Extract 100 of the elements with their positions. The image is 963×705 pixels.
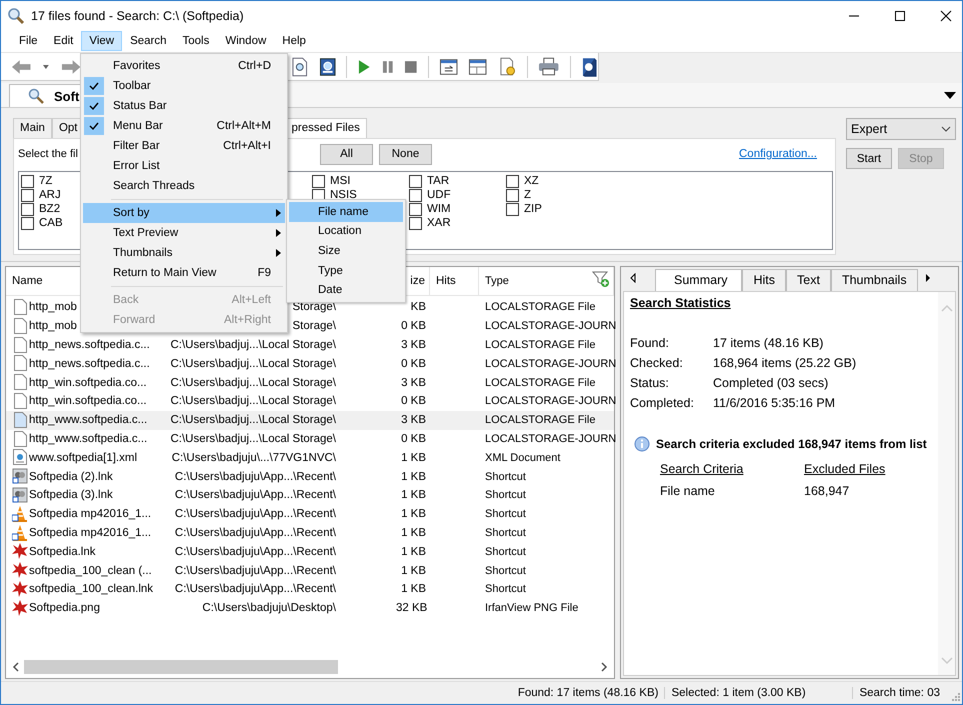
file-location: C:\Users\badjuj...\Local Storage\ bbox=[170, 432, 336, 445]
stat-value: Completed (03 secs) bbox=[713, 376, 830, 390]
menu-item[interactable]: Search Threads bbox=[83, 176, 285, 196]
criteria-header: Excluded Files bbox=[804, 462, 886, 476]
stat-label: Status: bbox=[630, 376, 670, 390]
file-size: 1 KB bbox=[401, 452, 426, 464]
column-header[interactable]: ize bbox=[410, 275, 425, 287]
criteria-header: Search Criteria bbox=[660, 462, 744, 476]
file-type: Shortcut bbox=[484, 489, 527, 502]
file-name: www.softpedia[1].xml bbox=[29, 452, 138, 464]
file-location: C:\Users\badjuju\App...\Recent\ bbox=[174, 583, 336, 596]
file-name: softpedia_100_clean.lnk bbox=[29, 583, 154, 596]
file-type: Shortcut bbox=[484, 470, 527, 483]
file-name: Softpedia.png bbox=[29, 602, 100, 614]
checkbox-label: XZ bbox=[524, 175, 539, 187]
menu-item[interactable]: Tools bbox=[174, 31, 218, 51]
menu-item[interactable]: Help bbox=[274, 31, 314, 51]
tab[interactable]: Text bbox=[786, 269, 831, 291]
file-size: 1 KB bbox=[401, 564, 426, 577]
file-name: http_win.softpedia.co... bbox=[29, 395, 147, 408]
tab[interactable]: Hits bbox=[742, 269, 786, 291]
menu-item[interactable]: Sort by bbox=[83, 203, 285, 223]
menu-item[interactable]: Date bbox=[289, 280, 403, 300]
file-size: 0 KB bbox=[401, 395, 426, 408]
file-location: Storage\ bbox=[292, 320, 336, 332]
tab[interactable]: Main bbox=[13, 118, 52, 138]
select-none-button[interactable]: None bbox=[379, 144, 432, 164]
file-size: 1 KB bbox=[401, 526, 426, 539]
checkbox-label: Z bbox=[524, 189, 532, 201]
file-size: 1 KB bbox=[401, 583, 426, 596]
file-type: Shortcut bbox=[484, 526, 527, 539]
file-name: http_win.softpedia.co... bbox=[29, 376, 147, 389]
menu-item[interactable]: Return to Main View F9 bbox=[83, 263, 285, 283]
menu-item[interactable]: Location bbox=[289, 222, 403, 242]
menu-item[interactable]: Search bbox=[122, 31, 175, 51]
checkbox-label: NSIS bbox=[330, 189, 357, 201]
file-size: 3 KB bbox=[401, 376, 426, 389]
criteria-cell: File name bbox=[660, 484, 715, 498]
configuration-link[interactable]: Configuration... bbox=[739, 148, 817, 160]
file-name: http_www.softpedia.c... bbox=[29, 414, 148, 426]
checkbox-label: ARJ bbox=[39, 189, 61, 201]
menu-item[interactable]: Edit bbox=[46, 31, 82, 51]
file-location: C:\Users\badjuju\App...\Recent\ bbox=[174, 508, 336, 520]
checkbox-label: TAR bbox=[427, 175, 450, 187]
menu-item[interactable]: File bbox=[11, 31, 46, 51]
file-location: C:\Users\badjuj...\Local Storage\ bbox=[170, 414, 336, 426]
file-type: IrfanView PNG File bbox=[484, 602, 580, 614]
file-name: Softpedia.lnk bbox=[29, 546, 96, 558]
file-size: 1 KB bbox=[401, 546, 426, 558]
stat-label: Found: bbox=[630, 336, 670, 350]
mode-dropdown[interactable]: Expert bbox=[846, 118, 956, 140]
checkbox-label: ZIP bbox=[524, 203, 542, 215]
checkbox-label: CAB bbox=[39, 217, 63, 229]
file-type: XML Document bbox=[484, 452, 562, 464]
file-location: C:\Users\badjuju\App...\Recent\ bbox=[174, 526, 336, 539]
stat-label: Completed: bbox=[630, 396, 695, 410]
file-size: 1 KB bbox=[401, 508, 426, 520]
file-type: Shortcut bbox=[484, 546, 527, 558]
file-location: C:\Users\badjuju\App...\Recent\ bbox=[174, 470, 336, 483]
file-location: C:\Users\badjuj...\Local Storage\ bbox=[170, 358, 336, 370]
file-location: C:\Users\badjuju\Desktop\ bbox=[202, 602, 336, 614]
menu-item[interactable]: File name bbox=[289, 202, 403, 222]
menu-item[interactable]: Type bbox=[289, 260, 403, 280]
file-type: LOCALSTORAGE-JOURN bbox=[484, 395, 616, 408]
checkbox-label: XAR bbox=[427, 217, 451, 229]
criteria-cell: 168,947 bbox=[804, 484, 850, 498]
file-name: Softpedia mp42016_1... bbox=[29, 526, 152, 539]
file-type: Shortcut bbox=[484, 583, 527, 596]
status-text: Selected: 1 item (3.00 KB) bbox=[664, 687, 852, 699]
file-size: 0 KB bbox=[401, 320, 426, 332]
menu-item[interactable]: View bbox=[81, 31, 122, 51]
column-header[interactable]: Hits bbox=[430, 267, 479, 295]
file-name: http_mob bbox=[29, 301, 77, 314]
menu-item[interactable]: Error List bbox=[83, 156, 285, 176]
stat-value: 168,964 items (25.22 GB) bbox=[713, 356, 858, 370]
file-size: 0 KB bbox=[401, 432, 426, 445]
menu-item[interactable]: Size bbox=[289, 241, 403, 261]
start-button[interactable]: Start bbox=[846, 148, 892, 169]
stat-value: 17 items (48.16 KB) bbox=[713, 336, 824, 350]
select-all-button[interactable]: All bbox=[320, 144, 373, 164]
file-location: C:\Users\badjuj...\Local Storage\ bbox=[170, 395, 336, 408]
file-size: 3 KB bbox=[401, 414, 426, 426]
menu-item[interactable]: Window bbox=[217, 31, 274, 51]
menu-item[interactable]: Menu Bar Ctrl+Alt+M bbox=[83, 116, 285, 136]
file-size: KB bbox=[410, 301, 426, 314]
tab[interactable]: Thumbnails bbox=[830, 269, 918, 291]
file-type: LOCALSTORAGE-JOURN bbox=[484, 358, 616, 370]
file-name: http_news.softpedia.c... bbox=[29, 338, 150, 351]
file-name: http_www.softpedia.c... bbox=[29, 432, 148, 445]
menu-item[interactable]: Thumbnails bbox=[83, 243, 285, 263]
file-name: http_news.softpedia.c... bbox=[29, 358, 150, 370]
checkbox-label: UDF bbox=[427, 189, 451, 201]
file-location: C:\Users\badjuju\App...\Recent\ bbox=[174, 564, 336, 577]
menu-item[interactable]: Text Preview bbox=[83, 223, 285, 243]
file-type: LOCALSTORAGE File bbox=[484, 301, 596, 314]
file-location: C:\Users\badjuju\...\77VG1NVC\ bbox=[172, 452, 336, 464]
tab[interactable]: Summary bbox=[655, 269, 742, 291]
file-type: LOCALSTORAGE File bbox=[484, 376, 596, 389]
menu-item[interactable]: Filter Bar Ctrl+Alt+I bbox=[83, 136, 285, 156]
file-name: Softpedia mp42016_1... bbox=[29, 508, 152, 520]
